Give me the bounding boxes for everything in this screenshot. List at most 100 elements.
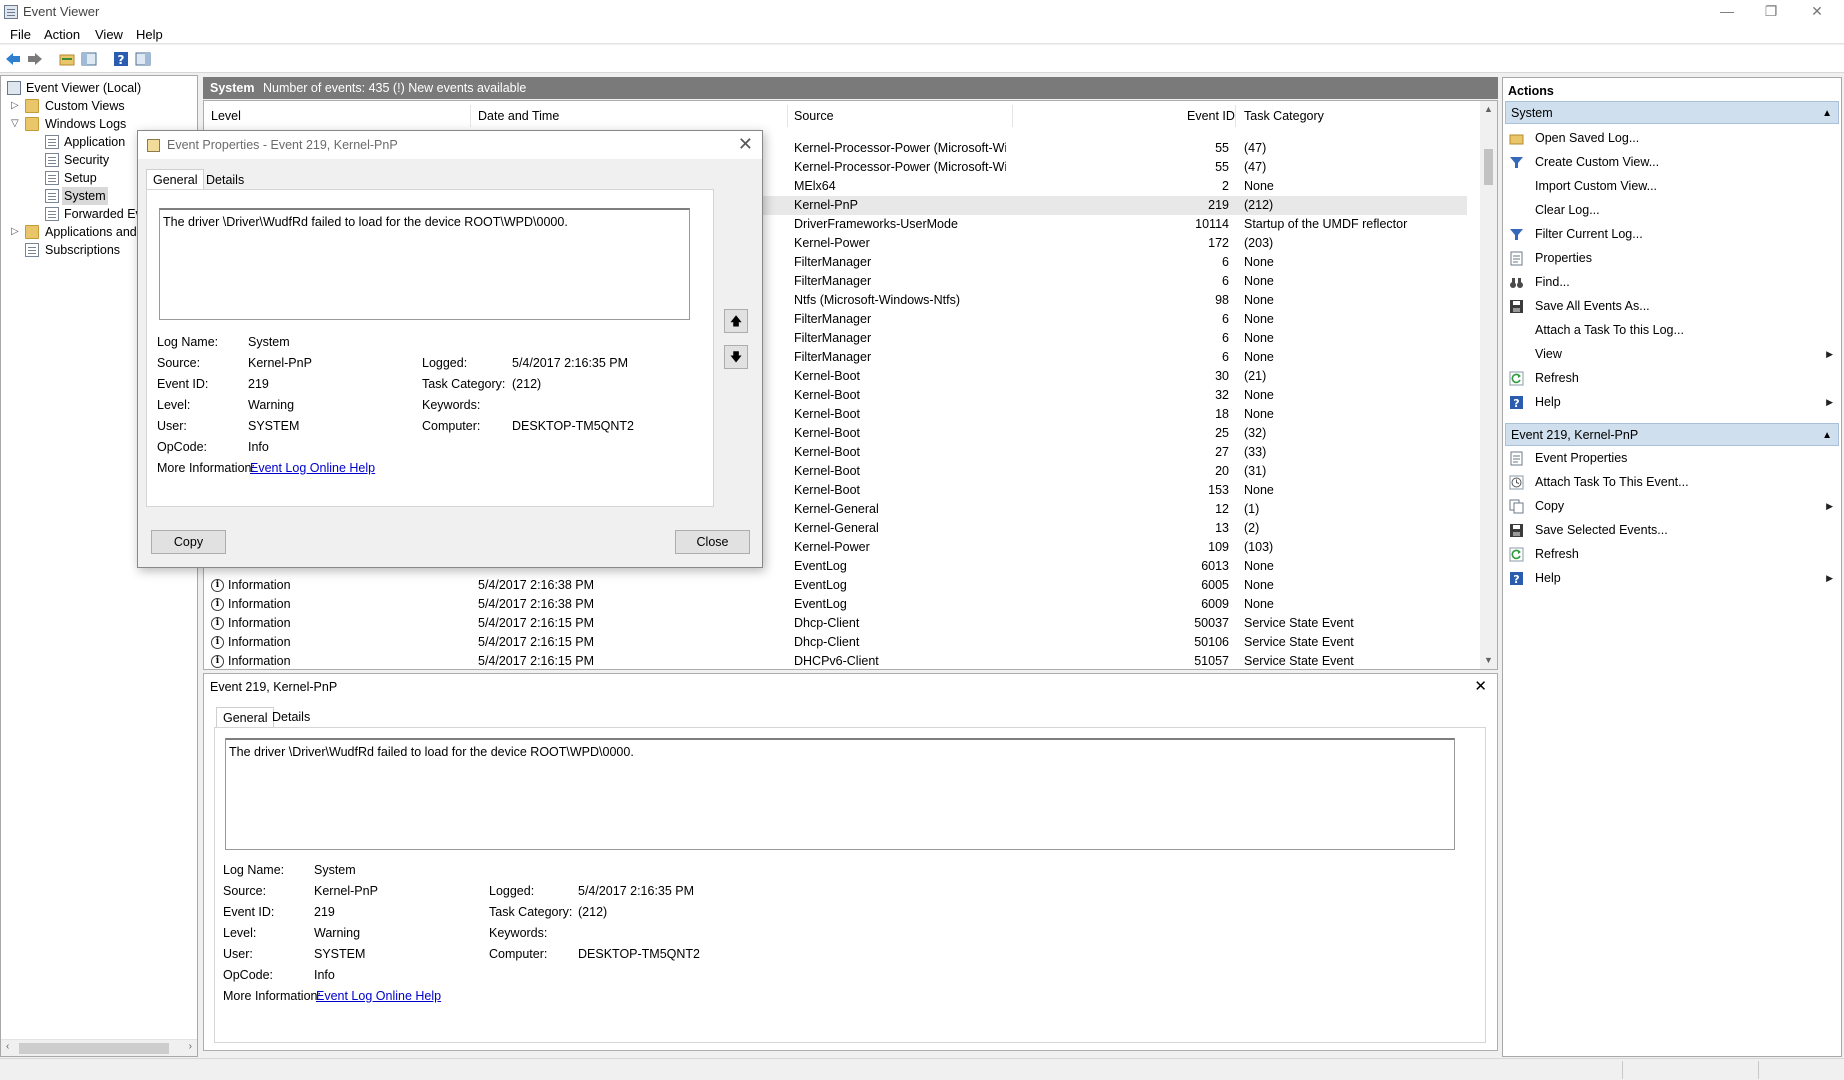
column-header-date[interactable]: Date and Time [478,107,559,125]
actions-section-event[interactable]: Event 219, Kernel-PnP ▲ [1505,423,1839,446]
expand-arrow-icon[interactable]: ▷ [11,97,21,115]
action-item-clear-log[interactable]: Clear Log... [1503,199,1841,221]
action-item-filter-current-log[interactable]: Filter Current Log... [1503,223,1841,245]
collapse-caret-icon[interactable]: ▲ [1822,102,1832,125]
scrollbar-thumb[interactable] [1484,149,1493,185]
label-keywords: Keywords: [489,926,548,940]
scroll-left-arrow-icon[interactable]: ‹ [6,1041,9,1052]
cell-level: Information [228,616,291,630]
tree-horizontal-scrollbar[interactable]: ‹ › [1,1039,197,1056]
table-row[interactable]: i Information 5/4/2017 2:16:15 PM Dhcp-Clie… [204,614,1467,633]
cell-source: Kernel-Processor-Power (Microsoft-Wi... [794,160,1006,174]
collapse-arrow-icon[interactable]: ▽ [11,115,21,133]
cell-source: EventLog [794,597,847,611]
dialog-tab-general[interactable]: General [146,169,205,189]
minimize-button[interactable]: — [1704,0,1750,22]
forward-arrow-icon[interactable] [26,50,44,68]
column-header-event-id[interactable]: Event ID [1187,107,1235,125]
information-icon: i [211,655,224,668]
action-item-save-selected-events[interactable]: Save Selected Events... [1503,519,1841,541]
column-header-level[interactable]: Level [211,107,241,125]
action-item-help[interactable]: ? Help ▶ [1503,567,1841,589]
event-log-online-help-link[interactable]: Event Log Online Help [250,461,375,475]
cell-source: FilterManager [794,312,872,326]
cell-task-category: (103) [1244,540,1274,554]
scroll-up-arrow-icon[interactable]: ▲ [1480,101,1497,118]
action-pane-icon[interactable] [134,50,152,68]
action-item-refresh[interactable]: Refresh [1503,543,1841,565]
scroll-down-arrow-icon[interactable]: ▼ [1480,652,1497,669]
action-item-attach-a-task-to-this-log[interactable]: Attach a Task To this Log... [1503,319,1841,341]
action-item-event-properties[interactable]: Event Properties [1503,447,1841,469]
grid-vertical-scrollbar[interactable]: ▲ ▼ [1480,101,1497,669]
collapse-caret-icon[interactable]: ▲ [1822,424,1832,447]
action-item-help[interactable]: ? Help ▶ [1503,391,1841,413]
binoculars-icon [1509,275,1524,290]
scroll-right-arrow-icon[interactable]: › [189,1041,192,1052]
open-folder-icon[interactable] [58,50,76,68]
cell-task-category: (2) [1244,521,1260,535]
restore-button[interactable]: ❐ [1748,0,1794,22]
table-row[interactable]: i Information 5/4/2017 2:16:15 PM DHCPv6-Cl… [204,652,1467,669]
menu-action[interactable]: Action [44,27,80,42]
action-item-import-custom-view[interactable]: Import Custom View... [1503,175,1841,197]
menu-file[interactable]: File [10,27,31,42]
action-item-create-custom-view[interactable]: Create Custom View... [1503,151,1841,173]
table-row[interactable]: i Information 5/4/2017 2:16:15 PM Dhcp-Clie… [204,633,1467,652]
action-item-refresh[interactable]: Refresh [1503,367,1841,389]
back-arrow-icon[interactable] [4,50,22,68]
previous-event-button[interactable]: 🡅 [724,309,748,333]
actions-section-system[interactable]: System ▲ [1505,101,1839,124]
label-opcode: OpCode: [223,968,274,982]
cell-event-id: 2 [1222,179,1229,193]
cell-event-id: 6 [1222,312,1229,326]
action-item-save-all-events-as[interactable]: Save All Events As... [1503,295,1841,317]
tree-item-system[interactable]: System [45,187,108,205]
cell-event-id: 50106 [1194,635,1229,649]
cell-event-id: 50037 [1194,616,1229,630]
close-preview-icon[interactable]: ✕ [1474,677,1487,695]
dialog-close-icon[interactable]: ✕ [738,134,753,155]
dialog-tab-details[interactable]: Details [200,170,250,190]
menu-help[interactable]: Help [136,27,163,42]
cell-event-id: 20 [1215,464,1229,478]
menu-view[interactable]: View [95,27,123,42]
cell-event-id: 219 [1208,198,1229,212]
subscriptions-icon [25,243,39,257]
properties-icon [1509,451,1524,466]
action-item-properties[interactable]: Properties [1503,247,1841,269]
help-icon[interactable]: ? [112,50,130,68]
action-label: Refresh [1535,547,1579,561]
close-window-button[interactable]: ✕ [1794,0,1840,22]
table-row[interactable]: i Information 5/4/2017 2:16:38 PM EventLog 6… [204,576,1467,595]
log-icon [45,153,59,167]
table-row[interactable]: i Information 5/4/2017 2:16:38 PM EventLog 6… [204,595,1467,614]
scrollbar-thumb[interactable] [19,1043,169,1054]
action-item-copy[interactable]: Copy ▶ [1503,495,1841,517]
submenu-arrow-icon: ▶ [1826,349,1833,359]
preview-title: Event 219, Kernel-PnP [210,680,338,694]
action-label: Event Properties [1535,451,1628,465]
event-log-online-help-link[interactable]: Event Log Online Help [316,989,441,1003]
expand-arrow-icon[interactable]: ▷ [11,223,21,241]
copy-button[interactable]: Copy [151,530,226,554]
next-event-button[interactable]: 🡇 [724,345,748,369]
value-log-name: System [248,335,290,349]
column-header-task-category[interactable]: Task Category [1244,107,1324,125]
event-preview-pane: Event 219, Kernel-PnP ✕ General Details … [203,673,1498,1051]
action-item-view[interactable]: View ▶ [1503,343,1841,365]
action-item-find[interactable]: Find... [1503,271,1841,293]
value-opcode: Info [314,968,335,982]
action-item-open-saved-log[interactable]: Open Saved Log... [1503,127,1841,149]
close-button[interactable]: Close [675,530,750,554]
status-separator [1758,1061,1759,1079]
column-header-source[interactable]: Source [794,107,834,125]
column-separator [1012,105,1013,127]
action-label: Attach a Task To this Log... [1535,323,1684,337]
cell-task-category: Service State Event [1244,635,1354,649]
show-scope-icon[interactable] [80,50,98,68]
value-task-category: (212) [512,377,542,391]
cell-event-id: 12 [1215,502,1229,516]
preview-tab-details[interactable]: Details [266,707,316,727]
action-item-attach-task-to-this-event[interactable]: Attach Task To This Event... [1503,471,1841,493]
